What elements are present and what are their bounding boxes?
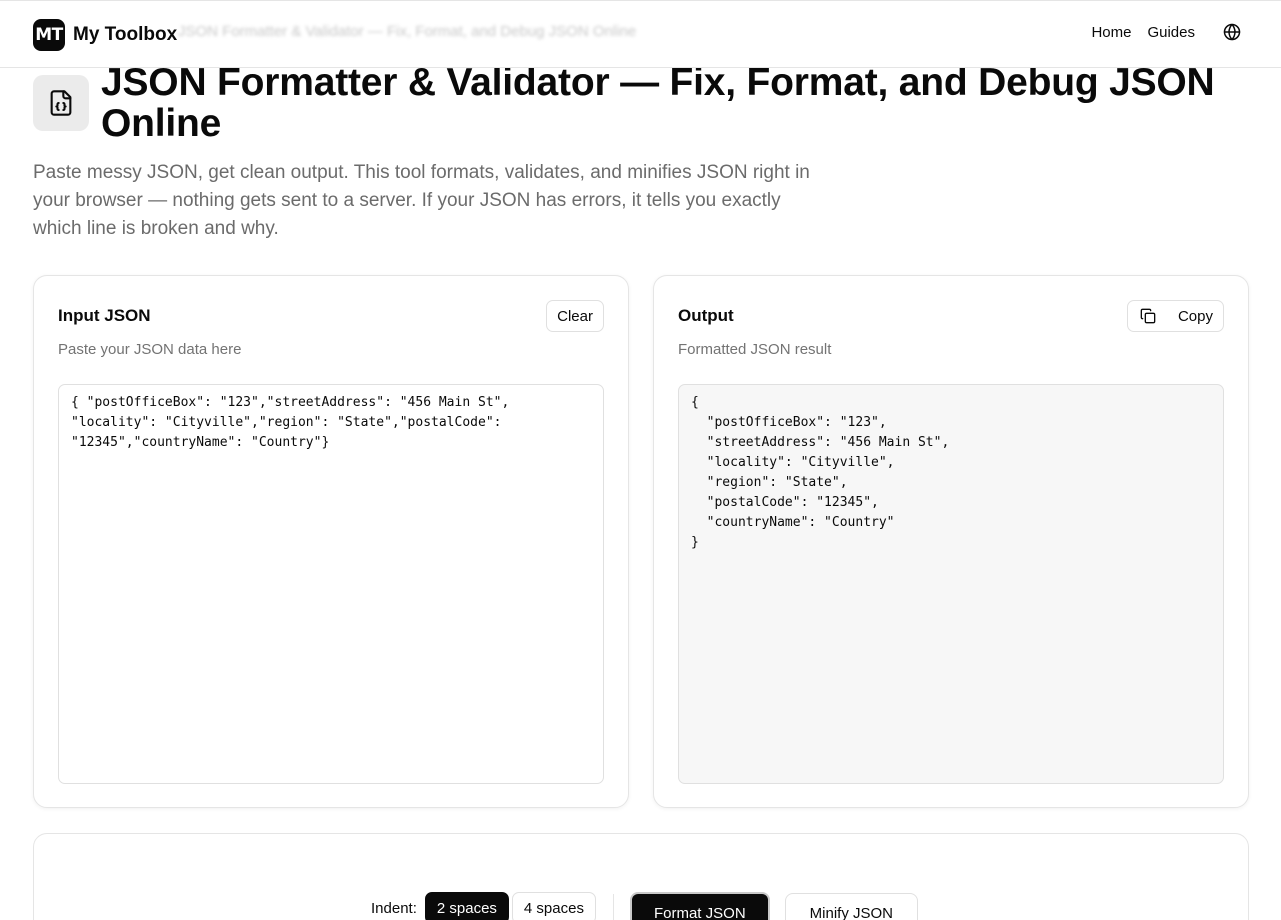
top-navbar: MT My Toolbox JSON Formatter & Validator… [0,0,1281,68]
brand-name: My Toolbox [73,24,178,45]
controls-panel: Indent: 2 spaces 4 spaces Format JSON Mi… [33,833,1249,920]
input-panel-title: Input JSON [58,306,151,325]
nav-link-guides[interactable]: Guides [1147,24,1195,41]
format-json-button[interactable]: Format JSON [629,892,770,920]
indent-2-spaces-button[interactable]: 2 spaces [424,892,509,920]
controls-row: Indent: 2 spaces 4 spaces Format JSON Mi… [371,882,918,920]
nav-link-home[interactable]: Home [1091,24,1131,41]
page-title: JSON Formatter & Validator — Fix, Format… [101,61,1215,145]
page-description: Paste messy JSON, get clean output. This… [33,162,810,239]
globe-icon[interactable] [1223,23,1241,41]
minify-json-button[interactable]: Minify JSON [784,893,918,920]
hero-icon-box [33,75,89,131]
faded-page-title: JSON Formatter & Validator — Fix, Format… [178,23,637,40]
json-output-textarea[interactable]: { "postOfficeBox": "123", "streetAddress… [678,384,1224,784]
output-panel: Output Copy Formatted JSON result { "pos… [653,275,1249,808]
brand-link[interactable]: MT My Toolbox [33,19,177,51]
file-json-icon [50,90,72,116]
copy-button[interactable]: Copy [1126,300,1224,332]
input-panel-subtitle: Paste your JSON data here [58,341,242,358]
brand-logo: MT [33,19,65,51]
copy-button-label: Copy [1177,307,1213,325]
nav-links: Home Guides [1075,23,1241,41]
output-panel-title: Output [678,306,734,325]
input-panel: Input JSON Clear Paste your JSON data he… [33,275,629,808]
controls-divider [612,894,614,920]
output-panel-subtitle: Formatted JSON result [678,341,832,358]
copy-icon [1140,308,1156,324]
clear-button[interactable]: Clear [546,300,604,332]
indent-label: Indent: [371,899,417,917]
json-input-textarea[interactable]: { "postOfficeBox": "123","streetAddress"… [58,384,604,784]
indent-4-spaces-button[interactable]: 4 spaces [511,892,596,920]
